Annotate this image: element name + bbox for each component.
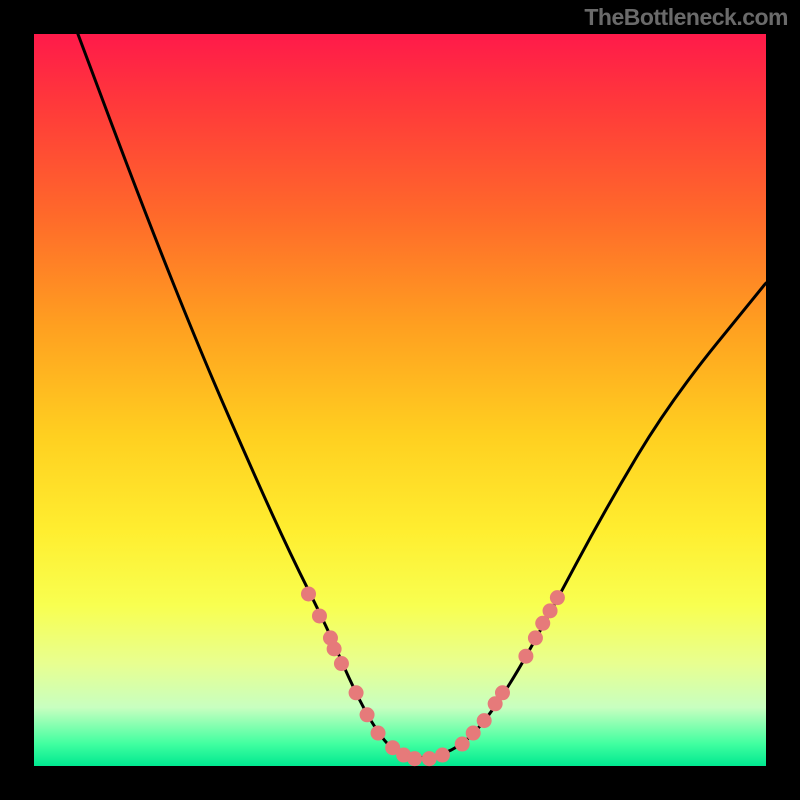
bottleneck-curve-path [78,34,766,757]
data-point [455,737,470,752]
chart-container: TheBottleneck.com [0,0,800,800]
data-point [528,630,543,645]
data-point [543,603,558,618]
data-point [301,586,316,601]
plot-area [34,34,766,766]
data-point [495,685,510,700]
watermark-label: TheBottleneck.com [584,4,788,31]
data-points-right [455,590,565,751]
data-point [312,608,327,623]
data-point [371,726,386,741]
data-point [550,590,565,605]
data-point [422,751,437,766]
bottleneck-curve-svg [34,34,766,766]
data-point [466,726,481,741]
data-point [435,748,450,763]
data-point [349,685,364,700]
data-point [518,649,533,664]
data-point [407,751,422,766]
data-point [334,656,349,671]
data-point [360,707,375,722]
data-point [327,641,342,656]
data-points-left [301,586,450,766]
data-point [477,713,492,728]
